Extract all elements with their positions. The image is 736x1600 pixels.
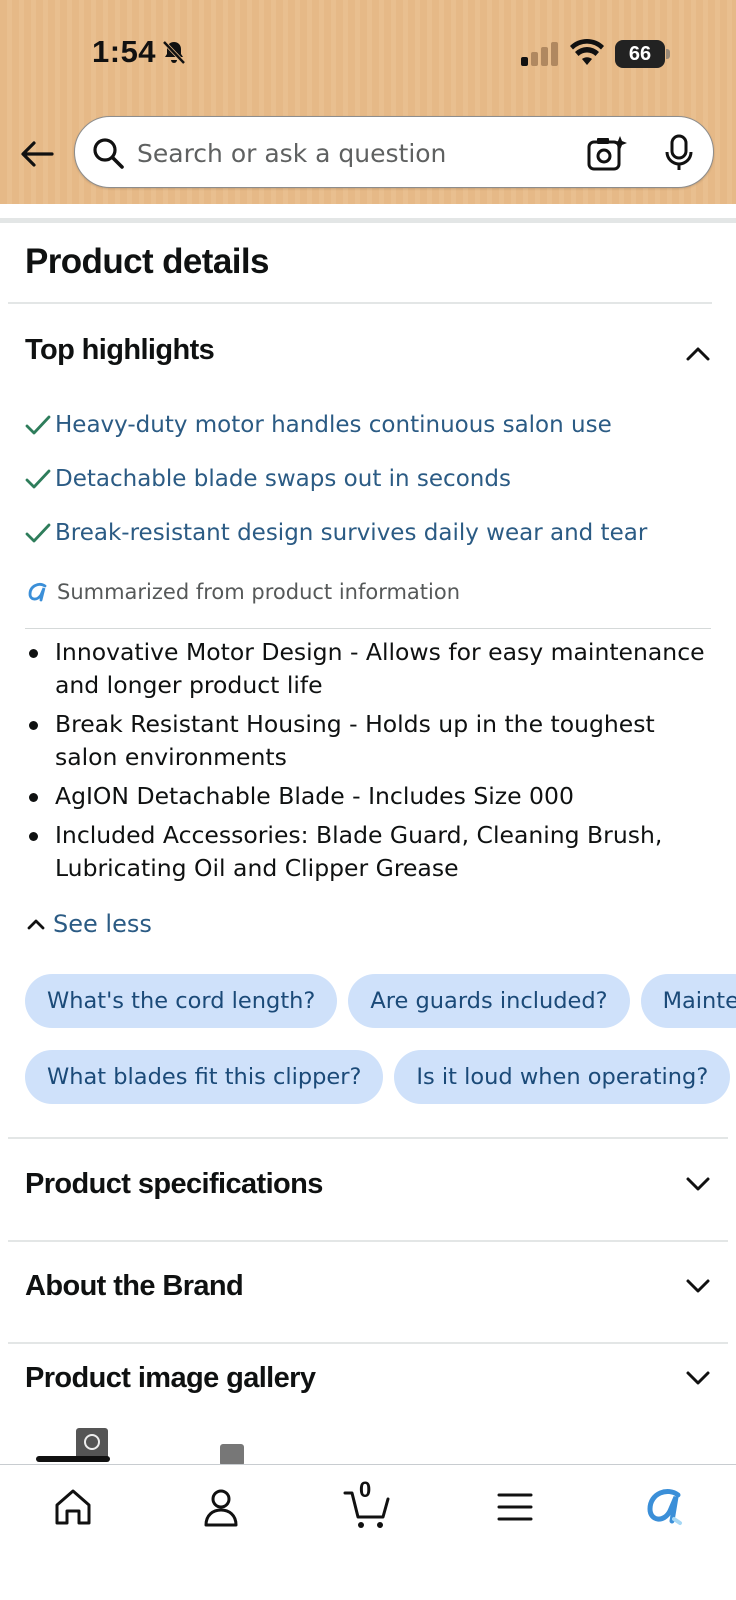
list-item: Innovative Motor Design - Allows for eas… (25, 636, 715, 702)
divider (8, 1137, 728, 1139)
status-time: 1:54 (92, 34, 157, 69)
list-item: AgION Detachable Blade - Includes Size 0… (25, 780, 715, 813)
about-the-brand-header[interactable]: About the Brand (25, 1270, 244, 1303)
product-logo-mark (84, 1434, 100, 1450)
question-chip[interactable]: What blades fit this clipper? (25, 1050, 384, 1104)
see-less-link[interactable]: See less (25, 910, 152, 938)
account-icon[interactable] (197, 1483, 245, 1531)
cart-count: 0 (359, 1477, 372, 1502)
bottom-nav: 0 (0, 1464, 736, 1600)
highlight-item: Break-resistant design survives daily we… (25, 520, 647, 546)
list-item: Included Accessories: Blade Guard, Clean… (25, 819, 715, 885)
battery-level: 66 (615, 40, 665, 68)
check-icon (25, 523, 51, 543)
highlight-text: Detachable blade swaps out in seconds (55, 466, 511, 492)
check-icon (25, 415, 51, 435)
check-icon (25, 469, 51, 489)
summary-text: Summarized from product information (57, 580, 461, 604)
divider (8, 302, 712, 304)
app-header: 1:54 66 (0, 0, 736, 204)
search-input[interactable] (137, 131, 557, 175)
question-chip[interactable]: Is it loud when operating? (394, 1050, 731, 1104)
battery-tip (666, 49, 670, 59)
product-details-title: Product details (25, 242, 269, 281)
divider (8, 1342, 728, 1344)
chevron-down-icon[interactable] (682, 1362, 714, 1394)
divider (25, 628, 711, 629)
gallery-thumbnails (0, 1420, 736, 1466)
question-chip[interactable]: What's the cord length? (25, 974, 338, 1028)
menu-icon[interactable] (491, 1483, 539, 1531)
product-thumbnail[interactable] (220, 1444, 244, 1466)
ai-summary-note: Summarized from product information (25, 580, 460, 604)
rufus-ai-icon (28, 583, 47, 602)
question-chips-row: What's the cord length? Are guards inclu… (25, 974, 736, 1028)
camera-search-icon[interactable] (587, 134, 627, 172)
feature-bullet-list: Innovative Motor Design - Allows for eas… (25, 636, 715, 891)
highlight-text: Break-resistant design survives daily we… (55, 520, 648, 546)
chevron-down-icon[interactable] (682, 1270, 714, 1302)
question-chips-row: What blades fit this clipper? Is it loud… (25, 1050, 731, 1104)
wifi-icon (570, 38, 604, 65)
cellular-signal-icon (521, 42, 558, 66)
cart-icon[interactable]: 0 (343, 1477, 395, 1531)
highlight-item: Detachable blade swaps out in seconds (25, 466, 511, 492)
section-divider (0, 218, 736, 223)
home-icon[interactable] (49, 1483, 97, 1531)
question-chip[interactable]: Are guards included? (348, 974, 630, 1028)
rufus-ai-icon[interactable] (640, 1483, 688, 1531)
chevron-up-icon[interactable] (682, 338, 714, 370)
question-chip[interactable]: Mainte (640, 974, 736, 1028)
top-highlights-title[interactable]: Top highlights (25, 334, 215, 367)
product-image-gallery-header[interactable]: Product image gallery (25, 1362, 316, 1395)
see-less-label: See less (53, 910, 152, 938)
search-icon (93, 138, 124, 169)
bell-muted-icon (162, 40, 186, 65)
battery-icon: 66 (615, 40, 670, 68)
microphone-icon[interactable] (663, 134, 695, 172)
divider (8, 1240, 728, 1242)
highlight-item: Heavy-duty motor handles continuous salo… (25, 412, 612, 438)
highlight-text: Heavy-duty motor handles continuous salo… (55, 412, 612, 438)
thumbnail-selected-indicator (36, 1456, 110, 1462)
chevron-down-icon[interactable] (682, 1168, 714, 1200)
list-item: Break Resistant Housing - Holds up in th… (25, 708, 715, 774)
chevron-up-icon (27, 919, 45, 930)
product-specifications-header[interactable]: Product specifications (25, 1168, 323, 1201)
back-arrow-icon[interactable] (18, 134, 58, 174)
search-bar[interactable] (74, 116, 714, 188)
